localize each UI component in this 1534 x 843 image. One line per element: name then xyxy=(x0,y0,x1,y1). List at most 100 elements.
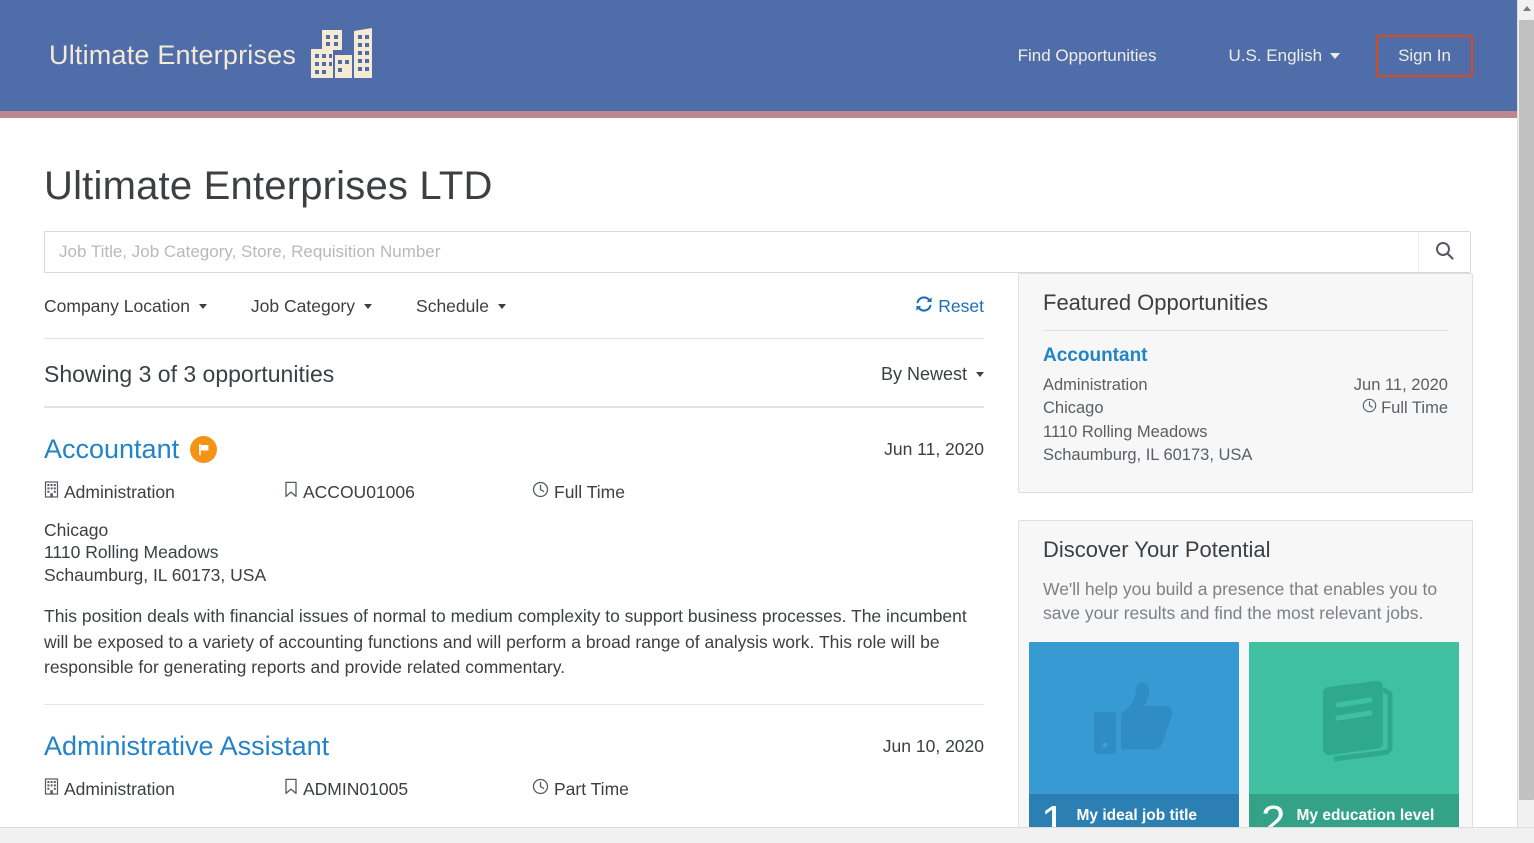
featured-job-row-category: Administration Jun 11, 2020 xyxy=(1043,374,1448,397)
discover-potential-subtitle: We'll help you build a presence that ena… xyxy=(1043,578,1438,624)
job-requisition-label: ADMIN01005 xyxy=(303,778,409,799)
job-category-label: Administration xyxy=(64,778,175,799)
job-address-line-2: 1110 Rolling Meadows xyxy=(44,542,219,563)
chevron-down-icon xyxy=(976,372,984,377)
job-title-link[interactable]: Administrative Assistant xyxy=(44,731,329,762)
browser-viewport: Ultimate Enterprises Find Opportunities … xyxy=(0,0,1534,843)
featured-job-row-address-3: Schaumburg, IL 60173, USA xyxy=(1043,444,1448,467)
header-nav: Find Opportunities U.S. English Sign In xyxy=(982,34,1517,77)
clock-icon xyxy=(532,481,549,503)
nav-find-opportunities[interactable]: Find Opportunities xyxy=(982,46,1193,66)
office-buildings-icon xyxy=(310,27,374,84)
job-schedule-label: Part Time xyxy=(554,778,629,799)
featured-job-schedule: Full Time xyxy=(1362,397,1448,420)
sign-in-button[interactable]: Sign In xyxy=(1376,34,1473,77)
featured-job-schedule-label: Full Time xyxy=(1381,399,1448,418)
scroll-up-button[interactable] xyxy=(1518,0,1534,17)
filter-schedule-label: Schedule xyxy=(416,296,489,316)
featured-job-address-line-1: Chicago xyxy=(1043,399,1104,418)
reset-filters-label: Reset xyxy=(938,296,984,316)
chevron-down-icon xyxy=(498,304,506,309)
filter-job-category-label: Job Category xyxy=(250,296,356,316)
discover-tile-education[interactable]: 2 My education level is... xyxy=(1249,641,1459,843)
refresh-icon xyxy=(915,295,933,318)
job-listing-item: Administrative Assistant Jun 10, 2020 Ad… xyxy=(44,705,984,842)
discover-potential-title: Discover Your Potential xyxy=(1043,536,1271,562)
thumbs-up-icon xyxy=(1029,641,1239,794)
job-address-line-3: Schaumburg, IL 60173, USA xyxy=(44,564,267,585)
job-requisition: ADMIN01005 xyxy=(284,778,532,800)
job-address: Chicago 1110 Rolling Meadows Schaumburg,… xyxy=(44,519,984,586)
featured-opportunities-title: Featured Opportunities xyxy=(1043,290,1269,315)
bookmark-icon xyxy=(284,481,298,503)
featured-job-address-line-2: 1110 Rolling Meadows xyxy=(1043,422,1208,441)
scroll-down-button[interactable] xyxy=(1518,810,1534,827)
featured-job-address-line-3: Schaumburg, IL 60173, USA xyxy=(1043,446,1253,465)
job-meta-row: Administration ADMIN01005 Part Time xyxy=(44,778,984,800)
language-selector[interactable]: U.S. English xyxy=(1193,46,1377,66)
search-icon xyxy=(1435,241,1454,263)
job-category: Administration xyxy=(44,778,284,800)
job-date: Jun 10, 2020 xyxy=(882,736,984,757)
filter-schedule[interactable]: Schedule xyxy=(416,296,506,317)
job-requisition: ACCOU01006 xyxy=(284,481,532,503)
page-title: Ultimate Enterprises LTD xyxy=(44,164,493,208)
discover-potential-panel: Discover Your Potential We'll help you b… xyxy=(1018,519,1473,843)
reset-filters-button[interactable]: Reset xyxy=(915,295,984,318)
job-title-link[interactable]: Accountant xyxy=(44,434,179,465)
featured-job-row-location: Chicago Full Time xyxy=(1043,397,1448,420)
search-button[interactable] xyxy=(1418,232,1470,272)
job-schedule: Full Time xyxy=(532,481,625,503)
header-accent-stripe xyxy=(0,111,1517,118)
featured-job-card: Accountant Administration Jun 11, 2020 C… xyxy=(1019,331,1472,492)
sort-selector-label: By Newest xyxy=(880,364,967,384)
building-icon xyxy=(44,778,59,800)
search-input[interactable] xyxy=(45,242,1418,262)
results-header: Showing 3 of 3 opportunities By Newest xyxy=(44,339,984,408)
job-date: Jun 11, 2020 xyxy=(884,439,984,459)
vertical-scrollbar-thumb[interactable] xyxy=(1519,20,1534,800)
featured-job-title-link[interactable]: Accountant xyxy=(1043,345,1148,367)
results-count: Showing 3 of 3 opportunities xyxy=(44,361,335,387)
brand-name: Ultimate Enterprises xyxy=(49,40,297,70)
filter-bar: Company Location Job Category Schedule R… xyxy=(44,273,984,339)
discover-tiles: 1 My ideal job title is... xyxy=(1019,641,1472,843)
bookmark-icon xyxy=(284,778,298,800)
job-description: This position deals with financial issue… xyxy=(44,606,967,677)
results-column: Company Location Job Category Schedule R… xyxy=(44,273,984,842)
featured-job-category: Administration xyxy=(1043,376,1148,394)
filter-company-location[interactable]: Company Location xyxy=(44,296,207,317)
job-requisition-label: ACCOU01006 xyxy=(303,481,415,502)
filter-company-location-label: Company Location xyxy=(44,296,190,316)
page-body: Ultimate Enterprises LTD Company Locatio… xyxy=(0,164,1517,843)
featured-job-date: Jun 11, 2020 xyxy=(1353,376,1448,394)
job-category-label: Administration xyxy=(64,481,175,502)
clock-icon xyxy=(532,778,549,800)
job-address-line-1: Chicago xyxy=(44,520,109,540)
clock-icon xyxy=(1362,397,1377,420)
chevron-down-icon xyxy=(1330,52,1341,59)
language-selector-label: U.S. English xyxy=(1228,45,1323,65)
vertical-scrollbar[interactable] xyxy=(1517,0,1534,827)
brand-logo-link[interactable]: Ultimate Enterprises xyxy=(49,27,374,84)
flag-icon xyxy=(190,436,218,463)
search-bar xyxy=(44,231,1471,273)
featured-job-row-address-2: 1110 Rolling Meadows xyxy=(1043,421,1448,444)
chevron-down-icon xyxy=(364,304,373,309)
sort-selector[interactable]: By Newest xyxy=(881,364,984,385)
triangle-up-icon xyxy=(1522,6,1531,11)
job-schedule: Part Time xyxy=(532,778,629,800)
job-header: Administrative Assistant Jun 10, 2020 xyxy=(44,731,984,762)
job-listing-item: Accountant Jun 11, 2020 Administration A… xyxy=(44,408,984,706)
filter-job-category[interactable]: Job Category xyxy=(250,296,373,317)
job-header: Accountant Jun 11, 2020 xyxy=(44,434,984,465)
discover-tile-job-title[interactable]: 1 My ideal job title is... xyxy=(1029,641,1239,843)
site-header: Ultimate Enterprises Find Opportunities … xyxy=(0,0,1517,111)
building-icon xyxy=(44,481,59,503)
horizontal-scrollbar[interactable] xyxy=(0,827,1534,843)
job-schedule-label: Full Time xyxy=(554,481,625,502)
sidebar: Featured Opportunities Accountant Admini… xyxy=(1018,273,1473,843)
job-category: Administration xyxy=(44,481,284,503)
chevron-down-icon xyxy=(198,304,207,309)
content-row: Company Location Job Category Schedule R… xyxy=(44,273,1473,843)
